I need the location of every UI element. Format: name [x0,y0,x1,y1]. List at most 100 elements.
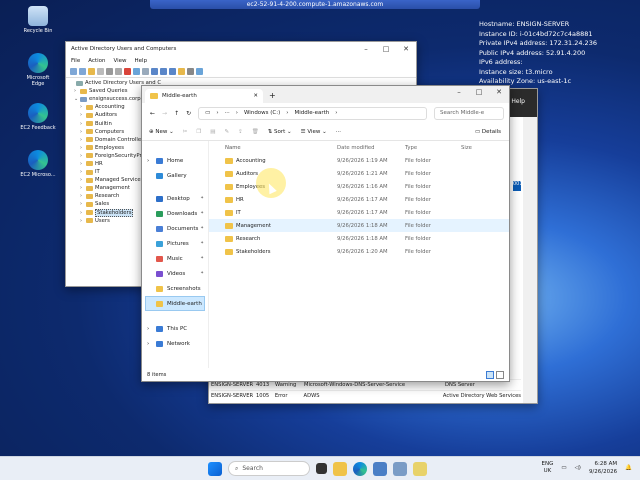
folder-icon [225,196,233,203]
aduc-titlebar[interactable]: Active Directory Users and Computers – □… [66,42,416,56]
file-row[interactable]: Accounting 9/26/2026 1:19 AM File folder [209,154,509,167]
desktop-icon-ec2-feedback[interactable]: EC2 Feedback [20,103,56,131]
file-explorer-window[interactable]: Middle-earth ✕ + – □ ✕ ← → ↑ ↻ ▭ › ··· ›… [141,85,510,382]
start-icon[interactable] [208,461,222,476]
sidebar-item-gallery[interactable]: Gallery [142,168,208,183]
sidebar-item-desktop[interactable]: Desktop ✦ [142,191,208,206]
bginfo-line: Private IPv4 address: 172.31.24.236 [479,39,597,47]
sidebar-item-music[interactable]: Music ✦ [142,251,208,266]
sidebar-item-network[interactable]: › Network [142,336,208,351]
menu-file[interactable]: File [71,58,80,64]
desktop-icon-ec2-microsoft[interactable]: EC2 Microso... [20,150,56,178]
table-row[interactable]: ENSIGN-SERVER 1005 Error ADWS Active Dir… [211,390,521,401]
back-icon[interactable] [70,68,77,75]
export-icon[interactable] [142,68,149,75]
details-view-icon[interactable] [486,371,494,379]
aduc-icon[interactable] [393,461,407,476]
sidebar-item-downloads[interactable]: Downloads ✦ [142,206,208,221]
close-button[interactable]: ✕ [489,86,509,98]
back-icon[interactable]: ← [150,110,155,117]
maximize-button[interactable]: □ [376,42,396,56]
refresh-icon[interactable] [133,68,140,75]
close-button[interactable]: ✕ [396,42,416,56]
address-bar[interactable]: ▭ › ··· › Windows (C:) › Middle-earth › [198,106,427,120]
copy-icon[interactable]: ❐ [196,129,201,135]
properties-icon[interactable] [106,68,113,75]
paste-icon[interactable]: ▤ [210,129,215,135]
column-size[interactable]: Size [461,145,491,151]
desktop-icon-edge[interactable]: Microsoft Edge [20,53,56,87]
copy-icon[interactable] [115,68,122,75]
sidebar-item-home[interactable]: › Home [142,153,208,168]
close-tab-icon[interactable]: ✕ [253,93,258,99]
sort-button[interactable]: ⇅ Sort ⌄ [268,129,292,135]
column-type[interactable]: Type [405,145,461,151]
file-row[interactable]: Auditors 9/26/2026 1:21 AM File folder [209,167,509,180]
server-manager-icon[interactable] [373,461,387,476]
tab-middle-earth[interactable]: Middle-earth ✕ [145,89,263,103]
desktop-icon-recycle-bin[interactable]: Recycle Bin [20,6,56,34]
new-button[interactable]: ⊕ New ⌄ [149,129,174,135]
notification-bell-icon[interactable]: 🔔 [625,465,632,471]
paint-icon[interactable] [413,461,427,476]
menu-help[interactable]: Help [135,58,148,64]
rdp-connection-bar[interactable]: ec2-52-91-4-200.compute-1.amazonaws.com [150,0,480,9]
refresh-icon[interactable]: ↻ [186,110,191,117]
filter-icon[interactable] [187,68,194,75]
minimize-button[interactable]: – [449,86,469,98]
forward-icon[interactable]: → [162,110,167,117]
clock[interactable]: 6:28 AM 9/26/2026 [589,460,617,476]
taskbar-search[interactable]: ⌕ Search [228,461,310,476]
column-date-modified[interactable]: Date modified [337,145,405,151]
share-icon[interactable]: ⇪ [238,129,243,135]
file-row[interactable]: Stakeholders 9/26/2026 1:20 AM File folder [209,245,509,258]
sidebar-item-this-pc[interactable]: › This PC [142,321,208,336]
delete-icon[interactable]: 🗑 [252,129,259,135]
file-explorer-icon[interactable] [333,461,347,476]
network-icon[interactable]: ▭ [561,465,566,471]
file-row[interactable]: HR 9/26/2026 1:17 AM File folder [209,193,509,206]
new-tab-button[interactable]: + [263,91,282,103]
group-icon[interactable] [169,68,176,75]
breadcrumb-drive[interactable]: Windows (C:) [244,110,280,116]
sidebar-item-middle-earth[interactable]: Middle-earth [145,296,205,311]
maximize-button[interactable]: □ [469,86,489,98]
sidebar-item-pictures[interactable]: Pictures ✦ [142,236,208,251]
task-view-icon[interactable] [316,463,327,474]
cut-icon[interactable]: ✂ [183,129,188,135]
help-menu[interactable]: Help [511,98,525,105]
edge-icon[interactable] [353,461,367,476]
language-indicator[interactable]: ENG UK [541,461,553,475]
sidebar-item-screenshots[interactable]: Screenshots [142,281,208,296]
menu-action[interactable]: Action [88,58,105,64]
up-icon[interactable] [88,68,95,75]
find-icon[interactable] [196,68,203,75]
scrollbar[interactable] [523,117,537,403]
column-name[interactable]: Name [225,145,337,151]
details-button[interactable]: ▭ Details [475,129,501,135]
ellipsis-icon[interactable]: ··· [225,110,230,116]
ou-icon[interactable] [178,68,185,75]
help-icon[interactable] [151,68,158,75]
delete-icon[interactable] [124,68,131,75]
volume-icon[interactable]: ◁) [575,465,581,471]
tree-icon[interactable] [97,68,104,75]
more-options-icon[interactable]: ··· [336,129,341,135]
file-row-hovered[interactable]: Management 9/26/2026 1:18 AM File folder [209,219,509,232]
rename-icon[interactable]: ✎ [224,129,229,135]
menu-view[interactable]: View [113,58,126,64]
file-row[interactable]: IT 9/26/2026 1:17 AM File folder [209,206,509,219]
file-row[interactable]: Research 9/26/2026 1:18 AM File folder [209,232,509,245]
sidebar-item-documents[interactable]: Documents ✦ [142,221,208,236]
up-icon[interactable]: ↑ [174,110,179,117]
sidebar-item-videos[interactable]: Videos ✦ [142,266,208,281]
user-icon[interactable] [160,68,167,75]
breadcrumb-folder[interactable]: Middle-earth [294,110,329,116]
tiles-view-icon[interactable] [496,371,504,379]
file-row[interactable]: Employees 9/26/2026 1:16 AM File folder [209,180,509,193]
minimize-button[interactable]: – [356,42,376,56]
details-label: Details [481,128,501,135]
forward-icon[interactable] [79,68,86,75]
view-button[interactable]: ☰ View ⌄ [301,129,327,135]
search-input[interactable]: Search Middle-e [434,106,504,120]
